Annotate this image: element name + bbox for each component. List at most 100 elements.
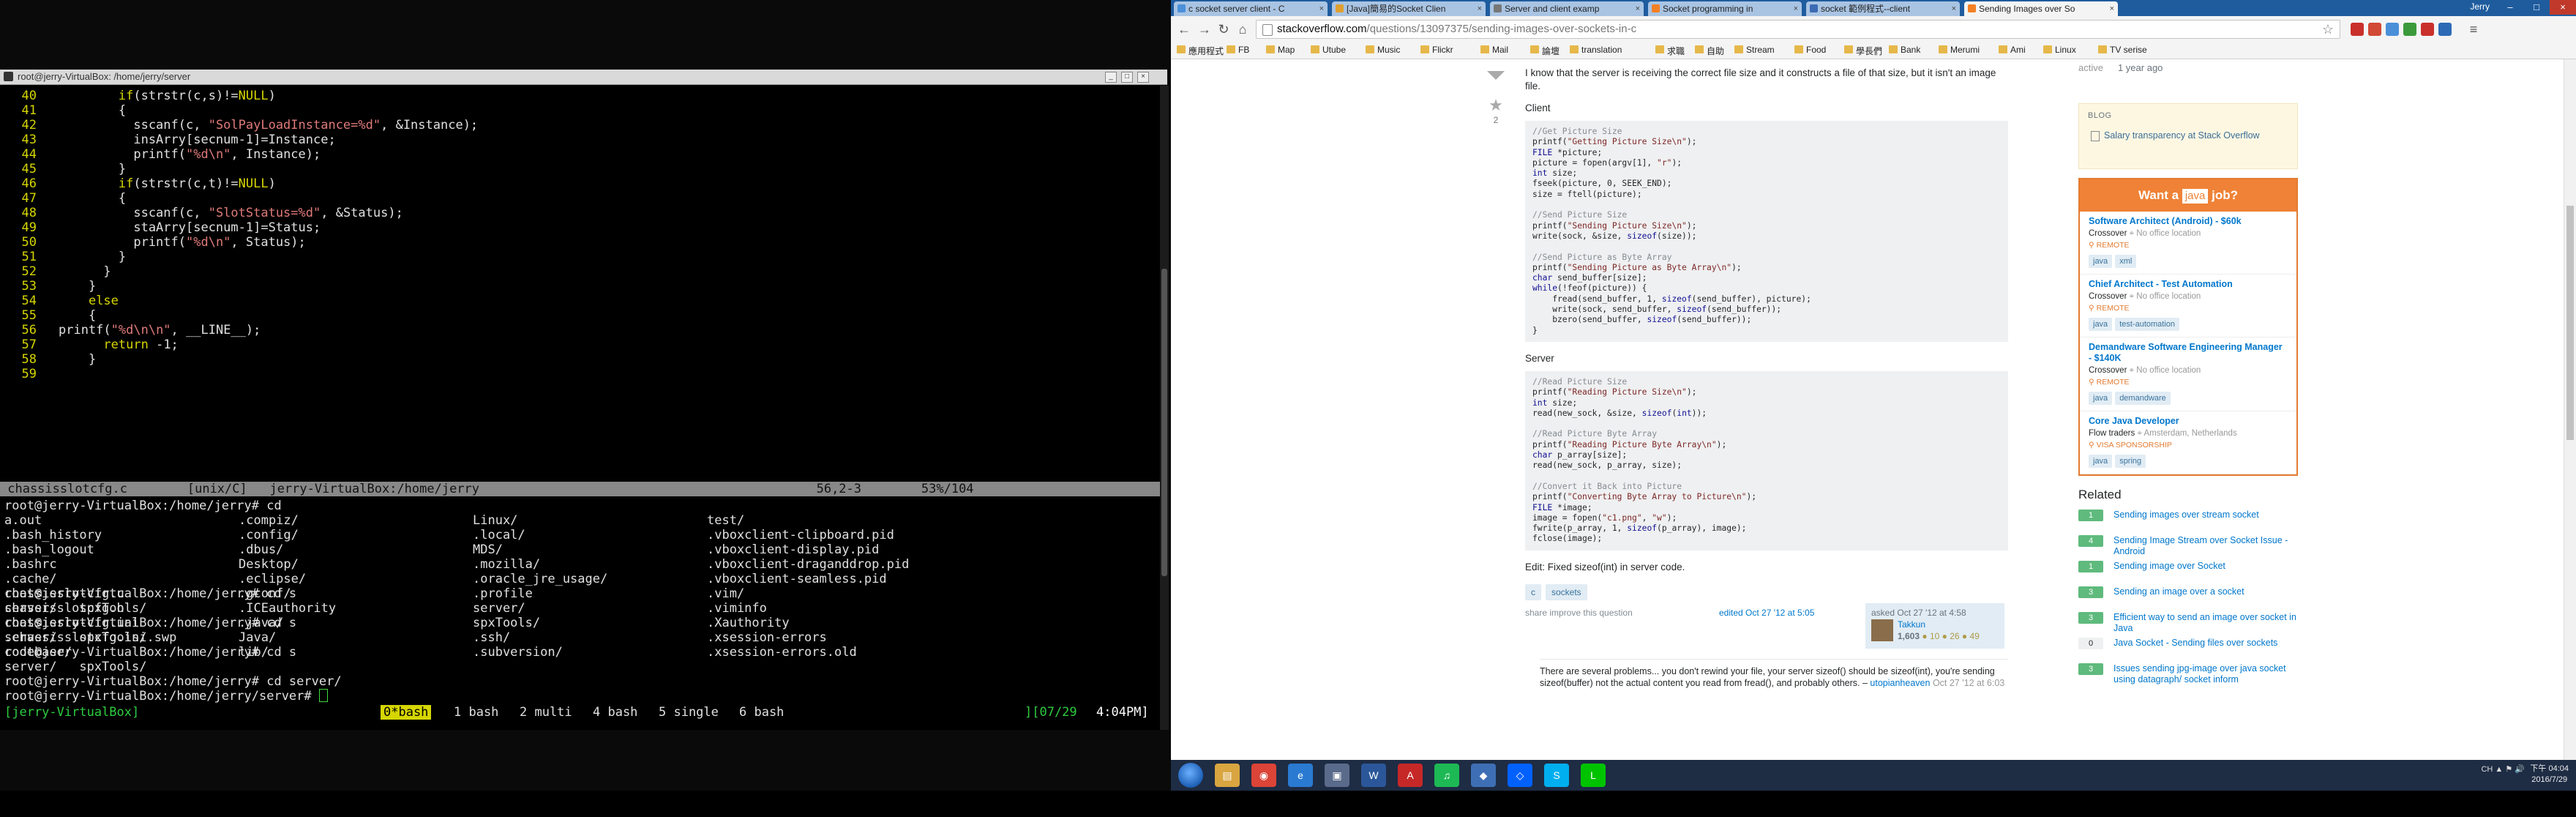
tag-link[interactable]: java xyxy=(2089,318,2113,331)
bookmark-item[interactable]: Stream xyxy=(1734,45,1775,55)
tag-link[interactable]: xml xyxy=(2115,255,2137,268)
job-title[interactable]: Core Java Developer xyxy=(2089,416,2288,427)
vm-icon[interactable]: ▣ xyxy=(1325,764,1349,787)
minimize-icon[interactable]: _ xyxy=(1105,72,1117,83)
bookmark-item[interactable]: Linux xyxy=(2043,45,2076,55)
skype-icon[interactable]: S xyxy=(1544,764,1569,787)
bookmark-item[interactable]: Map xyxy=(1266,45,1295,55)
close-icon[interactable]: × xyxy=(2550,0,2576,15)
related-link[interactable]: Java Socket - Sending files over sockets xyxy=(2113,638,2296,649)
browser-tab[interactable]: c socket server client - C × xyxy=(1174,1,1328,16)
screen-window-tab[interactable]: 1 bash xyxy=(454,704,498,720)
related-item[interactable]: 3 Sending an image over a socket xyxy=(2078,586,2298,612)
terminal-scrollbar[interactable] xyxy=(1160,86,1169,730)
related-item[interactable]: 1 Sending image over Socket xyxy=(2078,561,2298,586)
vbox-icon[interactable]: ◆ xyxy=(1471,764,1496,787)
dropbox-icon[interactable]: ◇ xyxy=(1508,764,1532,787)
terminal-body[interactable]: 40 if(strstr(c,s)!=NULL) 41 {42 sscanf(c,… xyxy=(0,86,1160,730)
bookmark-star-icon[interactable]: ☆ xyxy=(2322,20,2334,38)
screen-window-tab[interactable]: 4 bash xyxy=(593,704,637,720)
owner-name[interactable]: Takkun xyxy=(1898,619,1925,630)
start-button[interactable] xyxy=(1178,763,1203,788)
pdf-icon[interactable]: A xyxy=(1398,764,1423,787)
forward-icon[interactable]: → xyxy=(1197,22,1212,37)
job-listing[interactable]: Demandware Software Engineering Manager … xyxy=(2080,337,2296,411)
extension-icon[interactable] xyxy=(2421,23,2434,36)
bookmark-item[interactable]: Ami xyxy=(1999,45,2026,55)
maximize-icon[interactable]: □ xyxy=(1121,72,1133,83)
related-item[interactable]: 0 Java Socket - Sending files over socket… xyxy=(2078,638,2298,663)
browser-tab[interactable]: socket 範例程式--client × xyxy=(1806,1,1960,16)
activity-value[interactable]: 1 year ago xyxy=(2118,62,2163,73)
gmail-icon[interactable] xyxy=(2368,23,2381,36)
browser-tab[interactable]: Sending Images over So × xyxy=(1964,1,2118,16)
current-prompt[interactable]: root@jerry-VirtualBox:/home/jerry/server… xyxy=(4,689,328,704)
bookmark-item[interactable]: translation xyxy=(1570,45,1622,55)
bookmark-item[interactable]: Flickr xyxy=(1420,45,1453,55)
job-listing[interactable]: Chief Architect - Test Automation Crossov… xyxy=(2080,275,2296,337)
profile-button[interactable]: Jerry xyxy=(2470,1,2490,12)
favorite-star-icon[interactable]: ★ xyxy=(1481,96,1510,115)
bookmark-item[interactable]: TV serise xyxy=(2098,45,2147,55)
word-icon[interactable]: W xyxy=(1361,764,1386,787)
related-link[interactable]: Sending Image Stream over Socket Issue -… xyxy=(2113,535,2296,557)
tag-link[interactable]: spring xyxy=(2115,455,2146,468)
tag-link[interactable]: c xyxy=(1525,583,1541,600)
tab-close-icon[interactable]: × xyxy=(1319,1,1324,16)
minimize-icon[interactable]: – xyxy=(2497,0,2523,15)
screen-window-tab[interactable]: 6 bash xyxy=(739,704,784,720)
ie-icon[interactable]: e xyxy=(1288,764,1313,787)
screen-window-active[interactable]: 0*bash xyxy=(381,705,432,720)
scrollbar-thumb[interactable] xyxy=(1161,269,1167,576)
extension-icon[interactable] xyxy=(2438,23,2452,36)
related-item[interactable]: 1 Sending images over stream socket xyxy=(2078,510,2298,535)
extension-icon[interactable] xyxy=(2351,23,2364,36)
edited-link[interactable]: edited Oct 27 '12 at 5:05 xyxy=(1719,608,1814,618)
bookmark-item[interactable]: 求職 xyxy=(1655,45,1685,57)
system-tray[interactable]: CH ▲ ⚑ 🔊 xyxy=(2481,764,2525,774)
avatar[interactable] xyxy=(1871,619,1893,641)
tag-link[interactable]: java xyxy=(2089,455,2113,468)
tab-close-icon[interactable]: × xyxy=(2110,1,2114,16)
blog-link[interactable]: Salary transparency at Stack Overflow xyxy=(2088,130,2288,141)
related-link[interactable]: Sending an image over a socket xyxy=(2113,586,2296,597)
bookmark-item[interactable]: Merumi xyxy=(1939,45,1980,55)
comment-user-link[interactable]: utopianheaven xyxy=(1870,678,1930,688)
taskbar-clock[interactable]: 下午 04:04 2016/7/29 xyxy=(2530,764,2569,786)
job-listing[interactable]: Core Java Developer Flow traders ⌖ Amster… xyxy=(2080,411,2296,474)
close-icon[interactable]: × xyxy=(1137,72,1149,83)
tag-link[interactable]: java xyxy=(2089,255,2113,268)
tab-close-icon[interactable]: × xyxy=(1952,1,1956,16)
job-title[interactable]: Software Architect (Android) - $60k xyxy=(2089,216,2288,227)
extension-icon[interactable] xyxy=(2403,23,2416,36)
terminal-titlebar[interactable]: root@jerry-VirtualBox: /home/jerry/serve… xyxy=(0,70,1167,85)
bookmark-item[interactable]: 自助 xyxy=(1695,45,1724,57)
browser-tab[interactable]: [Java]簡易的Socket Clien × xyxy=(1332,1,1486,16)
spotify-icon[interactable]: ♫ xyxy=(1434,764,1459,787)
tag-link[interactable]: sockets xyxy=(1546,583,1587,600)
related-link[interactable]: Sending images over stream socket xyxy=(2113,510,2296,521)
bookmark-item[interactable]: Food xyxy=(1794,45,1826,55)
back-icon[interactable]: ← xyxy=(1177,22,1191,37)
bookmark-item[interactable]: 應用程式 xyxy=(1177,45,1224,57)
menu-icon[interactable]: ≡ xyxy=(2466,22,2481,37)
page-scrollbar[interactable] xyxy=(2564,59,2576,760)
browser-tab[interactable]: Socket programming in × xyxy=(1648,1,1802,16)
bookmark-item[interactable]: Mail xyxy=(1480,45,1508,55)
tab-close-icon[interactable]: × xyxy=(1478,1,1482,16)
bookmark-item[interactable]: Utube xyxy=(1311,45,1346,55)
bookmark-item[interactable]: Music xyxy=(1366,45,1400,55)
address-bar[interactable]: stackoverflow.com/questions/13097375/sen… xyxy=(1256,20,2340,39)
tag-link[interactable]: demandware xyxy=(2115,392,2171,405)
chrome-icon[interactable]: ◉ xyxy=(1251,764,1276,787)
bookmark-item[interactable]: Bank xyxy=(1889,45,1920,55)
home-icon[interactable]: ⌂ xyxy=(1235,22,1250,37)
screen-window-tab[interactable]: 5 single xyxy=(659,704,719,720)
line-icon[interactable]: L xyxy=(1581,764,1606,787)
tab-close-icon[interactable]: × xyxy=(1794,1,1798,16)
job-title[interactable]: Chief Architect - Test Automation xyxy=(2089,279,2288,290)
screen-window-tab[interactable]: 2 multi xyxy=(520,704,572,720)
explorer-icon[interactable]: ▤ xyxy=(1215,764,1240,787)
bookmark-item[interactable]: FB xyxy=(1227,45,1249,55)
job-listing[interactable]: Software Architect (Android) - $60k Cross… xyxy=(2080,212,2296,275)
